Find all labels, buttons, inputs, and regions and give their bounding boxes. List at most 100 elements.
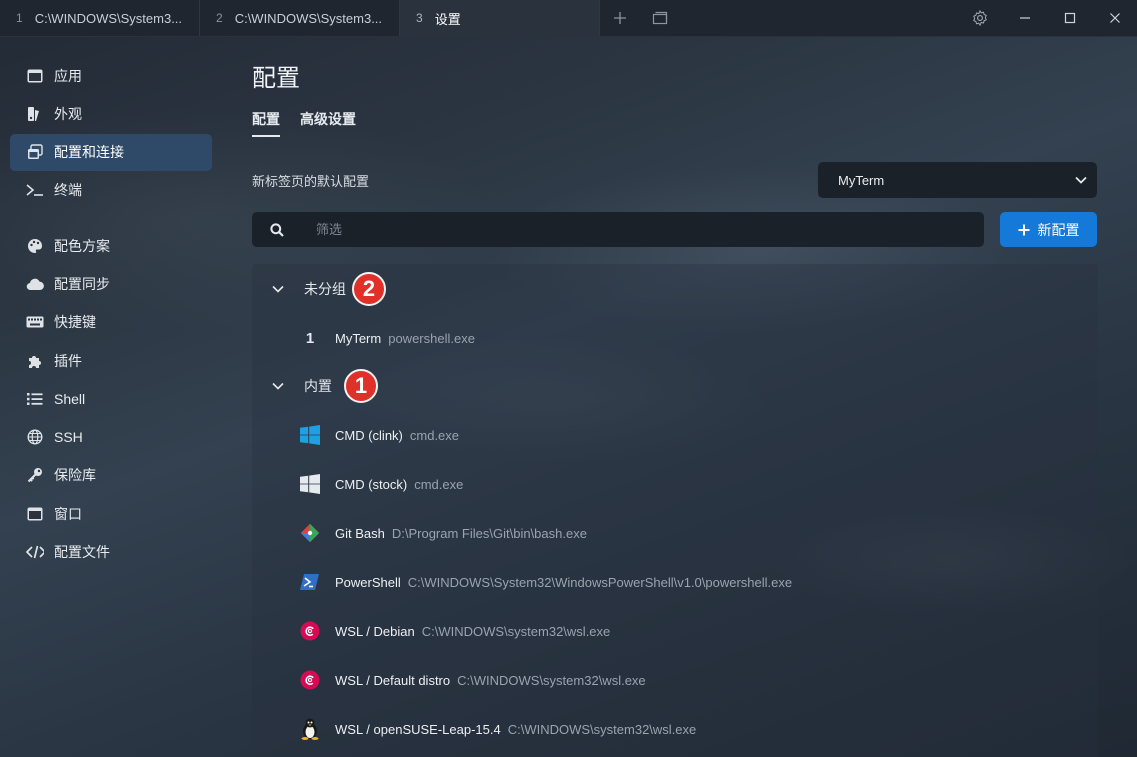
new-tab-button[interactable] [600, 0, 640, 36]
chevron-down-icon [252, 285, 304, 293]
tab-1[interactable]: 1 C:\WINDOWS\System3... [0, 0, 200, 36]
sidebar-item-label: 外观 [54, 105, 82, 122]
sidebar-item-color-scheme[interactable]: 配色方案 [10, 227, 212, 264]
profile-item[interactable]: CMD (clink) cmd.exe [298, 421, 459, 449]
profile-name: PowerShell [335, 574, 401, 590]
sidebar-item-plugins[interactable]: 插件 [10, 342, 212, 379]
cloud-icon [26, 275, 44, 293]
sidebar-item-window[interactable]: 窗口 [10, 495, 212, 532]
profile-path: cmd.exe [414, 476, 464, 492]
sidebar-item-terminal[interactable]: 终端 [10, 172, 212, 209]
palette-icon [26, 237, 44, 255]
filter-bar [252, 212, 984, 247]
profile-path: powershell.exe [388, 330, 475, 346]
chevron-down-icon [1075, 176, 1087, 184]
debian-icon [298, 619, 322, 643]
sidebar-item-application[interactable]: 应用 [10, 57, 212, 94]
tab-number: 1 [16, 11, 23, 25]
profile-path: C:\WINDOWS\system32\wsl.exe [457, 672, 646, 688]
terminal-icon [26, 181, 44, 199]
powershell-icon [298, 570, 322, 594]
new-profile-button[interactable]: 新配置 [1000, 212, 1097, 247]
search-icon [252, 222, 302, 237]
profile-item[interactable]: 1 MyTerm powershell.exe [298, 324, 475, 352]
group-label: 未分组 [304, 281, 346, 297]
windows-logo-icon [298, 423, 322, 447]
window-icon [26, 67, 44, 85]
group-header-builtin[interactable]: 内置 1 [252, 368, 378, 404]
tab-3[interactable]: 3 设置 [400, 0, 600, 36]
profile-name: CMD (clink) [335, 427, 403, 443]
plus-icon [1018, 224, 1029, 235]
window-stack-icon [652, 11, 668, 25]
maximize-button[interactable] [1047, 0, 1092, 36]
sidebar-item-label: 配置文件 [54, 544, 110, 561]
chevron-down-icon [252, 382, 304, 390]
tab-number: 3 [416, 11, 423, 25]
sidebar-item-hotkeys[interactable]: 快捷键 [10, 304, 212, 341]
sidebar-item-appearance[interactable]: 外观 [10, 95, 212, 132]
sidebar-item-ssh[interactable]: SSH [10, 419, 212, 456]
minimize-button[interactable] [1002, 0, 1047, 36]
close-icon [1109, 13, 1120, 23]
sidebar-item-shell[interactable]: Shell [10, 380, 212, 417]
default-profile-value: MyTerm [838, 172, 885, 188]
profile-item[interactable]: Git Bash D:\Program Files\Git\bin\bash.e… [298, 519, 587, 547]
profile-item[interactable]: WSL / Debian C:\WINDOWS\system32\wsl.exe [298, 617, 610, 645]
filter-input[interactable] [316, 222, 916, 237]
keyboard-icon [26, 313, 44, 331]
debian-icon [298, 668, 322, 692]
sidebar-item-label: Shell [54, 390, 86, 407]
sidebar-item-profiles[interactable]: 配置和连接 [10, 133, 212, 171]
tab-menu-button[interactable] [640, 0, 680, 36]
tab-bar: 1 C:\WINDOWS\System3... 2 C:\WINDOWS\Sys… [0, 0, 1137, 37]
profile-path: cmd.exe [409, 427, 460, 443]
windows-logo-icon [298, 472, 322, 496]
tab-label: 设置 [434, 11, 461, 27]
tab-profiles[interactable]: 配置 [252, 109, 280, 137]
profile-name: Git Bash [335, 525, 385, 541]
sidebar-item-label: 应用 [54, 67, 82, 84]
sidebar-item-label: 插件 [54, 352, 82, 369]
profile-item[interactable]: WSL / Default distro C:\WINDOWS\system32… [298, 666, 646, 694]
annotation-badge: 1 [344, 369, 378, 403]
sidebar-item-config-file[interactable]: 配置文件 [10, 534, 212, 571]
profiles-icon [26, 143, 44, 161]
profile-name: WSL / Debian [335, 623, 415, 639]
default-profile-select[interactable]: MyTerm [818, 162, 1097, 198]
profile-path: C:\WINDOWS\system32\wsl.exe [421, 623, 611, 639]
profile-path: C:\WINDOWS\system32\wsl.exe [507, 721, 697, 737]
close-button[interactable] [1092, 0, 1137, 36]
group-label: 内置 [304, 378, 332, 394]
sidebar-item-label: 配置同步 [54, 275, 110, 292]
maximize-icon [1064, 12, 1075, 24]
key-icon [26, 466, 44, 484]
tab-advanced-settings[interactable]: 高级设置 [300, 109, 356, 137]
sidebar-item-label: 终端 [54, 182, 82, 199]
new-profile-label: 新配置 [1037, 221, 1080, 238]
profile-item[interactable]: PowerShell C:\WINDOWS\System32\WindowsPo… [298, 568, 792, 596]
profile-name: WSL / openSUSE-Leap-15.4 [335, 721, 501, 737]
tab-label: C:\WINDOWS\System3... [234, 10, 383, 26]
sidebar-item-config-sync[interactable]: 配置同步 [10, 265, 212, 302]
tab-2[interactable]: 2 C:\WINDOWS\System3... [200, 0, 400, 36]
sidebar-item-vault[interactable]: 保险库 [10, 457, 212, 494]
sidebar: 应用 外观 配置和连接 终端 配色方案 配置同步 快捷键 插件 Shell SS… [10, 57, 212, 572]
settings-button[interactable] [957, 0, 1002, 36]
sidebar-item-label: 配色方案 [54, 237, 110, 254]
linux-penguin-icon [298, 717, 322, 741]
sidebar-item-label: 保险库 [54, 467, 96, 484]
tab-number: 2 [216, 11, 223, 25]
code-icon [26, 543, 44, 561]
git-icon [298, 521, 322, 545]
profile-item[interactable]: WSL / openSUSE-Leap-15.4 C:\WINDOWS\syst… [298, 715, 696, 743]
plus-icon [614, 12, 626, 24]
profile-path: C:\WINDOWS\System32\WindowsPowerShell\v1… [407, 574, 793, 590]
sidebar-item-label: 配置和连接 [54, 144, 124, 161]
group-header-ungrouped[interactable]: 未分组 2 [252, 271, 386, 307]
window-icon [26, 505, 44, 523]
list-icon [26, 390, 44, 408]
palette-brush-icon [26, 105, 44, 123]
puzzle-icon [26, 352, 44, 370]
profile-item[interactable]: CMD (stock) cmd.exe [298, 470, 463, 498]
